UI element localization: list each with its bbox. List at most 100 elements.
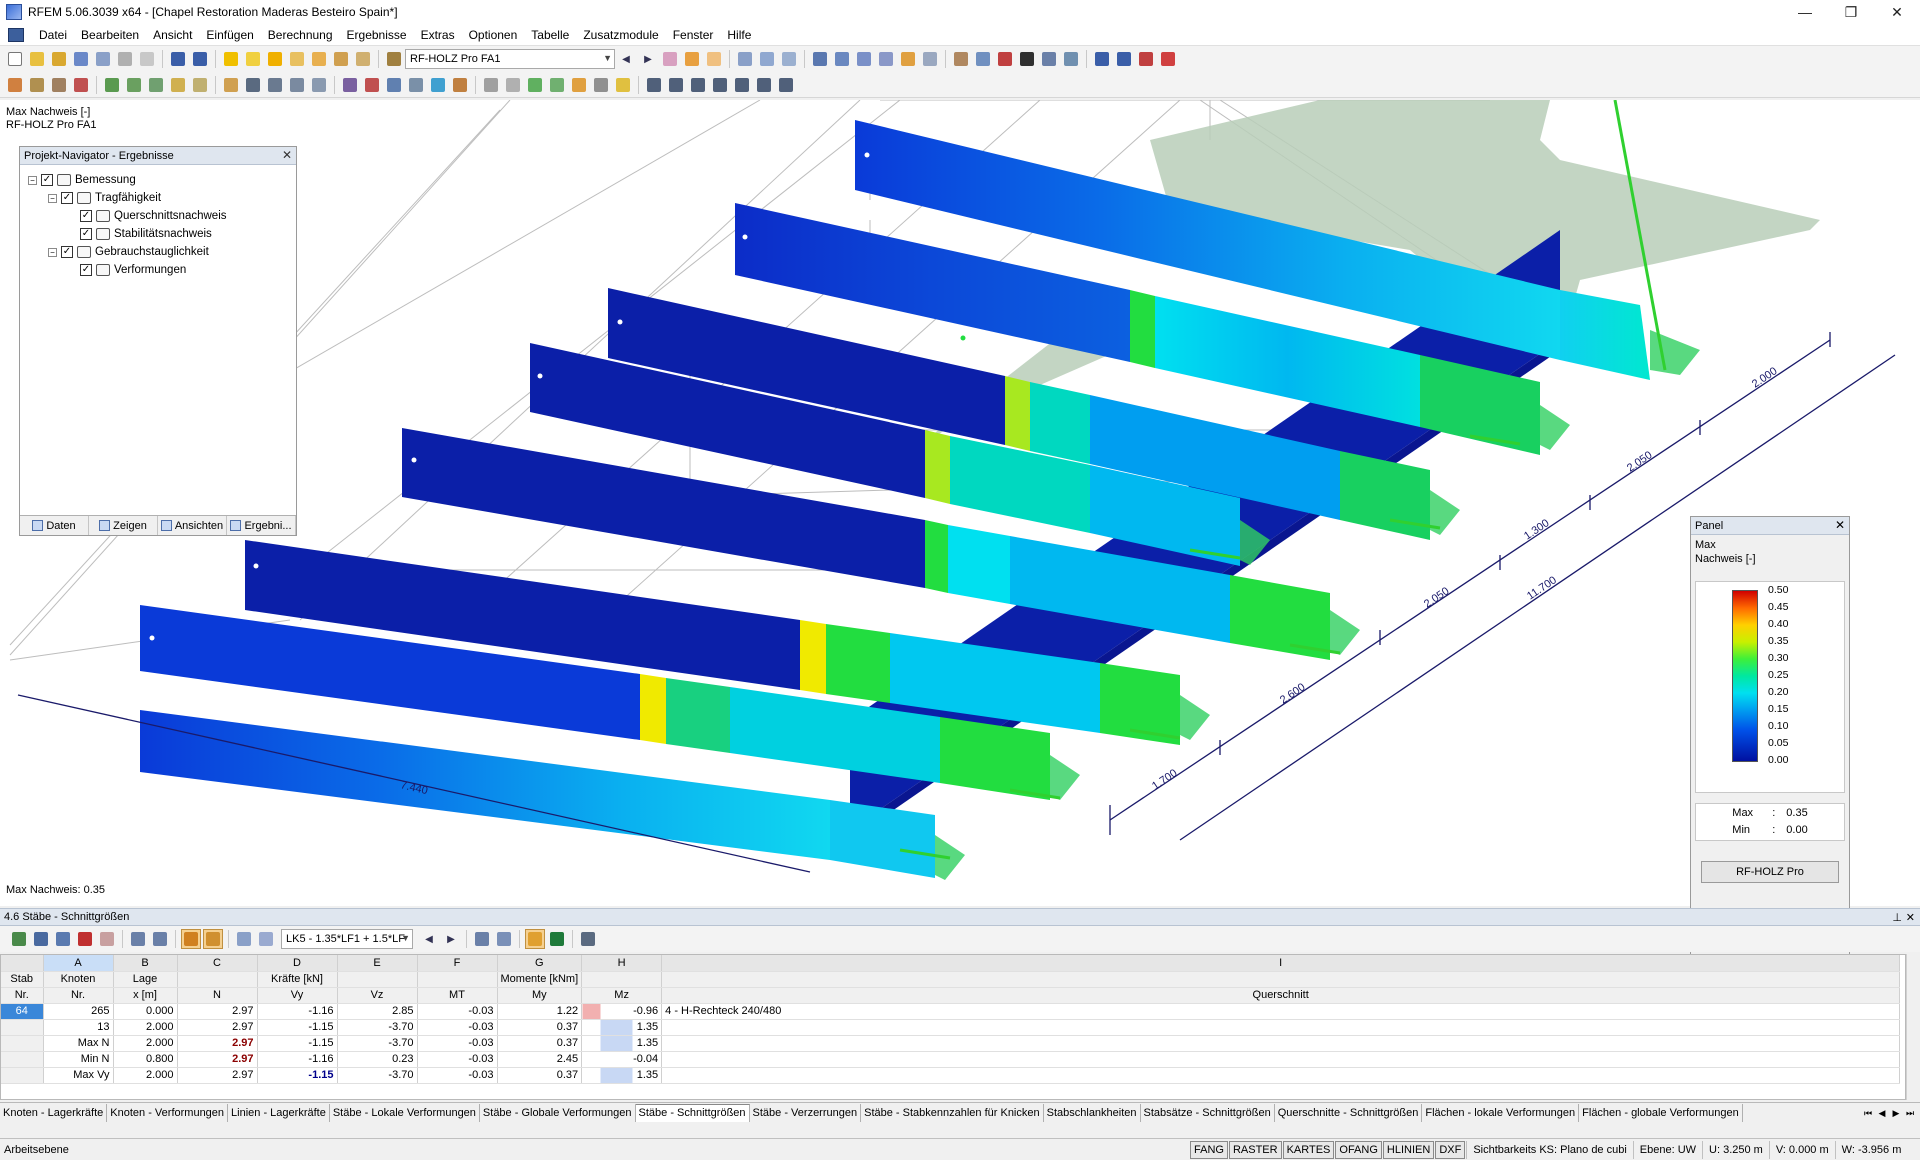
color-tool-button[interactable] — [613, 75, 633, 95]
stab-nr-cell[interactable]: 64 — [1, 1003, 44, 1020]
stab-nr-cell[interactable] — [1, 1067, 44, 1084]
table-excel-button[interactable] — [547, 929, 567, 949]
move-tool-button[interactable] — [243, 75, 263, 95]
my-cell[interactable]: 0.37 — [497, 1019, 583, 1036]
table-row[interactable]: Min N 0.800 2.97 -1.16 0.23 -0.03 2.45 -… — [1, 1051, 1901, 1068]
view-iso-button[interactable] — [810, 49, 830, 69]
surface-tool-button[interactable] — [102, 75, 122, 95]
lage-cell[interactable]: 0.800 — [113, 1051, 178, 1068]
load-tool-button[interactable] — [168, 75, 188, 95]
my-cell[interactable]: 0.37 — [497, 1067, 583, 1084]
line-tool-button[interactable] — [27, 75, 47, 95]
vy-cell[interactable]: -1.16 — [257, 1003, 338, 1020]
column-a[interactable]: A — [43, 955, 114, 972]
layer-7-button[interactable] — [776, 75, 796, 95]
table-delete-button[interactable] — [97, 929, 117, 949]
zoom-button[interactable] — [920, 49, 940, 69]
beam-8-end[interactable] — [830, 800, 935, 878]
settings-button[interactable] — [1061, 49, 1081, 69]
knoten-cell[interactable]: 13 — [43, 1019, 114, 1036]
table-left-button[interactable] — [128, 929, 148, 949]
view-z-button[interactable] — [876, 49, 896, 69]
close-icon[interactable]: ✕ — [1835, 518, 1845, 532]
querschnitt-cell[interactable] — [661, 1035, 1901, 1052]
table-import-button[interactable] — [31, 929, 51, 949]
table-export-button[interactable] — [9, 929, 29, 949]
mt-cell[interactable]: -0.03 — [417, 1067, 498, 1084]
my-cell[interactable]: 1.22 — [497, 1003, 583, 1020]
layer-6-button[interactable] — [754, 75, 774, 95]
sheet-tab-flaechen-globale-verformungen[interactable]: Flächen - globale Verformungen — [1579, 1103, 1743, 1122]
beam-2-segment-green[interactable] — [1130, 290, 1155, 368]
export-button[interactable] — [1136, 49, 1156, 69]
checkbox-checked-icon[interactable]: ✓ — [80, 210, 92, 222]
beam-3-end[interactable] — [1340, 451, 1430, 540]
view-y-button[interactable] — [854, 49, 874, 69]
sheet-tab-knoten-lagerkraefte[interactable]: Knoten - Lagerkräfte — [0, 1103, 108, 1122]
render-tool-button[interactable] — [569, 75, 589, 95]
next-case-button[interactable]: ▶ — [638, 49, 658, 69]
load-combination-select[interactable]: LK5 - 1.35*LF1 + 1.5*LF ▼ — [281, 929, 413, 949]
print-graphic-button[interactable] — [1092, 49, 1112, 69]
stab-nr-cell[interactable] — [1, 1035, 44, 1052]
tree-item-querschnittsnachweis[interactable]: ✓ Querschnittsnachweis — [20, 207, 296, 225]
menu-bearbeiten[interactable]: Bearbeiten — [74, 28, 146, 42]
sheet-tab-flaechen-lokale-verformungen[interactable]: Flächen - lokale Verformungen — [1422, 1103, 1580, 1122]
pdf-button[interactable] — [1158, 49, 1178, 69]
mt-cell[interactable]: -0.03 — [417, 1051, 498, 1068]
column-i[interactable]: I — [661, 955, 1901, 972]
table-values-button[interactable] — [203, 929, 223, 949]
module-icon-button[interactable] — [384, 49, 404, 69]
open-file-button[interactable] — [27, 49, 47, 69]
open-project-button[interactable] — [49, 49, 69, 69]
n-cell[interactable]: 2.97 — [177, 1019, 258, 1036]
navigator-toggle-button[interactable] — [353, 49, 373, 69]
select-window-button[interactable] — [973, 49, 993, 69]
results-on-section-button[interactable] — [779, 49, 799, 69]
menu-optionen[interactable]: Optionen — [462, 28, 525, 42]
layer-5-button[interactable] — [732, 75, 752, 95]
next-sheet-icon[interactable]: ▶ — [1890, 1108, 1902, 1119]
beam-5-segment-green[interactable] — [925, 520, 948, 593]
check-tool-button[interactable] — [428, 75, 448, 95]
n-cell[interactable]: 2.97 — [177, 1003, 258, 1020]
checkbox-checked-icon[interactable]: ✓ — [61, 192, 73, 204]
tree-item-tragfaehigkeit[interactable]: − ✓ Tragfähigkeit — [20, 189, 296, 207]
tree-item-bemessung[interactable]: − ✓ Bemessung — [20, 171, 296, 189]
view-filter-button[interactable] — [898, 49, 918, 69]
show-results-button[interactable] — [682, 49, 702, 69]
tab-ansichten[interactable]: Ansichten — [158, 516, 227, 535]
save-all-button[interactable] — [93, 49, 113, 69]
wireframe-tool-button[interactable] — [591, 75, 611, 95]
redo-button[interactable] — [190, 49, 210, 69]
vz-cell[interactable]: -3.70 — [337, 1035, 418, 1052]
save-button[interactable] — [71, 49, 91, 69]
tab-daten[interactable]: Daten — [20, 516, 89, 535]
delete-button[interactable] — [995, 49, 1015, 69]
sheet-tab-staebe-globale-verformungen[interactable]: Stäbe - Globale Verformungen — [480, 1103, 636, 1122]
dimension-tool-button[interactable] — [481, 75, 501, 95]
tab-ergebnisse[interactable]: Ergebni... — [227, 516, 296, 535]
minimize-button[interactable]: — — [1782, 0, 1828, 24]
checkbox-checked-icon[interactable]: ✓ — [41, 174, 53, 186]
menu-zusatzmodule[interactable]: Zusatzmodule — [576, 28, 665, 42]
toggle-dxf[interactable]: DXF — [1435, 1140, 1466, 1159]
querschnitt-cell[interactable] — [661, 1067, 1901, 1084]
menu-tabelle[interactable]: Tabelle — [524, 28, 576, 42]
table-right-button[interactable] — [150, 929, 170, 949]
mz-cell[interactable]: 1.35 — [581, 1035, 663, 1052]
mz-cell[interactable]: 1.35 — [581, 1067, 663, 1084]
mz-cell[interactable]: -0.04 — [581, 1051, 663, 1068]
collapse-icon[interactable]: − — [48, 247, 57, 257]
previous-case-button[interactable]: ◀ — [616, 49, 636, 69]
column-b[interactable]: B — [113, 955, 178, 972]
support-tool-button[interactable] — [71, 75, 91, 95]
tab-zeigen[interactable]: Zeigen — [89, 516, 158, 535]
next-load-button[interactable]: ▶ — [441, 929, 461, 949]
rf-holz-pro-button[interactable]: RF-HOLZ Pro — [1701, 861, 1839, 883]
lage-cell[interactable]: 0.000 — [113, 1003, 178, 1020]
collapse-icon[interactable]: − — [48, 193, 57, 203]
restore-button[interactable]: ❐ — [1828, 0, 1874, 24]
sheet-tab-staebe-lokale-verformungen[interactable]: Stäbe - Lokale Verformungen — [330, 1103, 480, 1122]
mt-cell[interactable]: -0.03 — [417, 1035, 498, 1052]
